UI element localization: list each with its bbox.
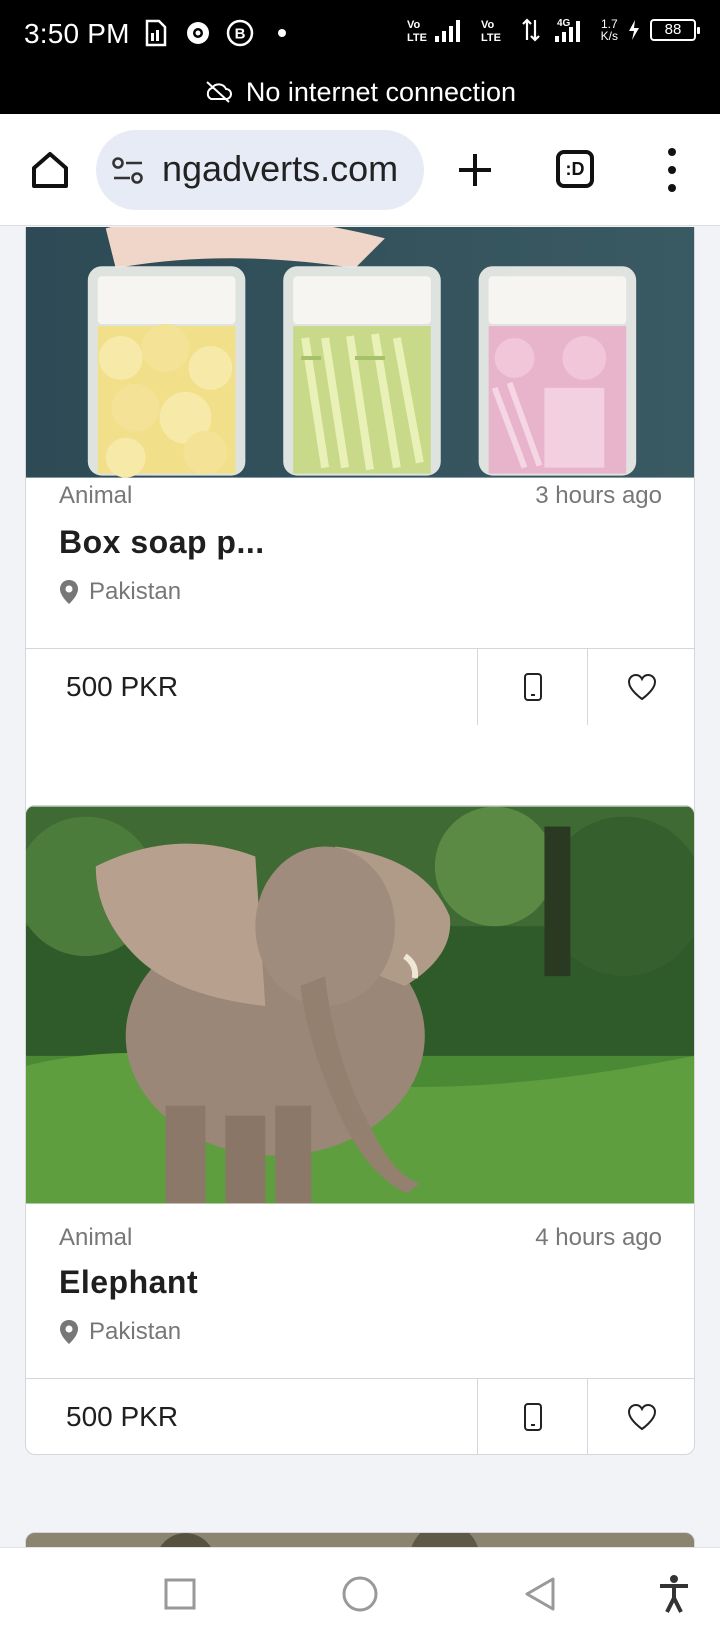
- phone-icon: [523, 673, 542, 701]
- network-speed: 1.7 K/s: [600, 17, 618, 43]
- data-transfer-icon: [521, 18, 540, 42]
- battery-icon: 88: [650, 19, 700, 41]
- svg-text:Vo: Vo: [481, 19, 495, 31]
- accessibility-icon: [660, 1575, 688, 1613]
- listing-footer: 500 PKR: [26, 648, 694, 725]
- listing-price: 500 PKR: [66, 671, 179, 702]
- menu-dot: [668, 166, 676, 174]
- menu-dot: [668, 148, 676, 156]
- listing-category: Animal: [59, 1224, 133, 1251]
- listing-title[interactable]: Elephant: [59, 1264, 198, 1301]
- location-pin-icon: [60, 580, 78, 604]
- charging-icon: [629, 20, 639, 40]
- call-button[interactable]: [477, 1379, 587, 1454]
- site-settings-icon[interactable]: [110, 154, 146, 188]
- listing-card[interactable]: [25, 1532, 695, 1547]
- url-text[interactable]: ngadverts.com: [162, 148, 398, 190]
- volte-signal-icon: Vo LTE: [407, 19, 460, 44]
- more-notifications-dot-icon: [268, 18, 296, 48]
- svg-text:Vo: Vo: [407, 19, 421, 31]
- square-icon: [164, 1578, 196, 1610]
- listing-time: 4 hours ago: [535, 1224, 662, 1251]
- circle-icon: [342, 1576, 378, 1612]
- back-triangle-icon: [525, 1577, 555, 1611]
- address-bar[interactable]: ngadverts.com: [96, 130, 424, 210]
- phone-icon: [523, 1403, 542, 1431]
- notification-icons: B: [142, 18, 296, 48]
- listing-title[interactable]: Box soap p...: [59, 524, 265, 561]
- more-menu-button[interactable]: [662, 148, 682, 192]
- recent-apps-button[interactable]: [158, 1572, 202, 1616]
- location-pin-icon: [60, 1320, 78, 1344]
- listing-category: Animal: [59, 482, 133, 509]
- app-notification-icon: [184, 18, 212, 48]
- home-icon: [32, 152, 68, 188]
- plus-icon: [459, 154, 491, 186]
- back-button[interactable]: [518, 1572, 562, 1616]
- home-button[interactable]: [28, 148, 72, 192]
- browser-toolbar: ngadverts.com :D: [0, 114, 720, 226]
- listing-card[interactable]: Animal 4 hours ago Elephant Pakistan 500…: [25, 805, 695, 1455]
- call-button[interactable]: [477, 649, 587, 725]
- favorite-button[interactable]: [587, 1379, 694, 1454]
- system-indicators: Vo LTE Vo LTE 4G 1.7 K/s 88: [407, 16, 700, 44]
- 4g-signal-icon: 4G: [554, 18, 580, 42]
- heart-icon: [627, 1403, 657, 1431]
- cloud-off-icon: [206, 81, 232, 103]
- offline-banner: No internet connection: [0, 70, 720, 114]
- svg-text:4G: 4G: [557, 18, 571, 29]
- tab-switcher-button[interactable]: :D: [556, 150, 594, 188]
- listing-price: 500 PKR: [66, 1401, 179, 1432]
- status-time: 3:50 PM: [24, 18, 130, 49]
- offline-text: No internet connection: [245, 76, 517, 107]
- svg-text:B: B: [235, 26, 246, 43]
- new-tab-button[interactable]: [455, 150, 495, 190]
- home-nav-button[interactable]: [338, 1572, 382, 1616]
- accessibility-button[interactable]: [652, 1572, 696, 1616]
- heart-icon: [627, 673, 657, 701]
- location-text: Pakistan: [89, 1318, 182, 1345]
- listing-image-soap-boxes[interactable]: [26, 227, 694, 478]
- listing-feed: Animal 3 hours ago Box soap p... Pakista…: [0, 227, 720, 1547]
- status-bar: 3:50 PM B Vo LTE Vo LTE 4G 1.7 K/s 88: [0, 0, 720, 70]
- svg-text:LTE: LTE: [481, 32, 501, 44]
- listing-time: 3 hours ago: [535, 482, 662, 509]
- favorite-button[interactable]: [587, 649, 694, 725]
- b-app-icon: B: [226, 18, 254, 48]
- listing-location: Pakistan: [59, 1318, 181, 1346]
- svg-text:LTE: LTE: [407, 32, 427, 44]
- listing-image[interactable]: [26, 1533, 694, 1547]
- menu-dot: [668, 184, 676, 192]
- location-text: Pakistan: [89, 578, 182, 605]
- listing-image-elephant[interactable]: [26, 806, 694, 1204]
- listing-footer: 500 PKR: [26, 1378, 694, 1454]
- sim-card-icon: [142, 18, 170, 48]
- system-navigation-bar: [0, 1547, 720, 1640]
- listing-location: Pakistan: [59, 578, 181, 606]
- volte-2-icon: Vo LTE: [481, 19, 501, 44]
